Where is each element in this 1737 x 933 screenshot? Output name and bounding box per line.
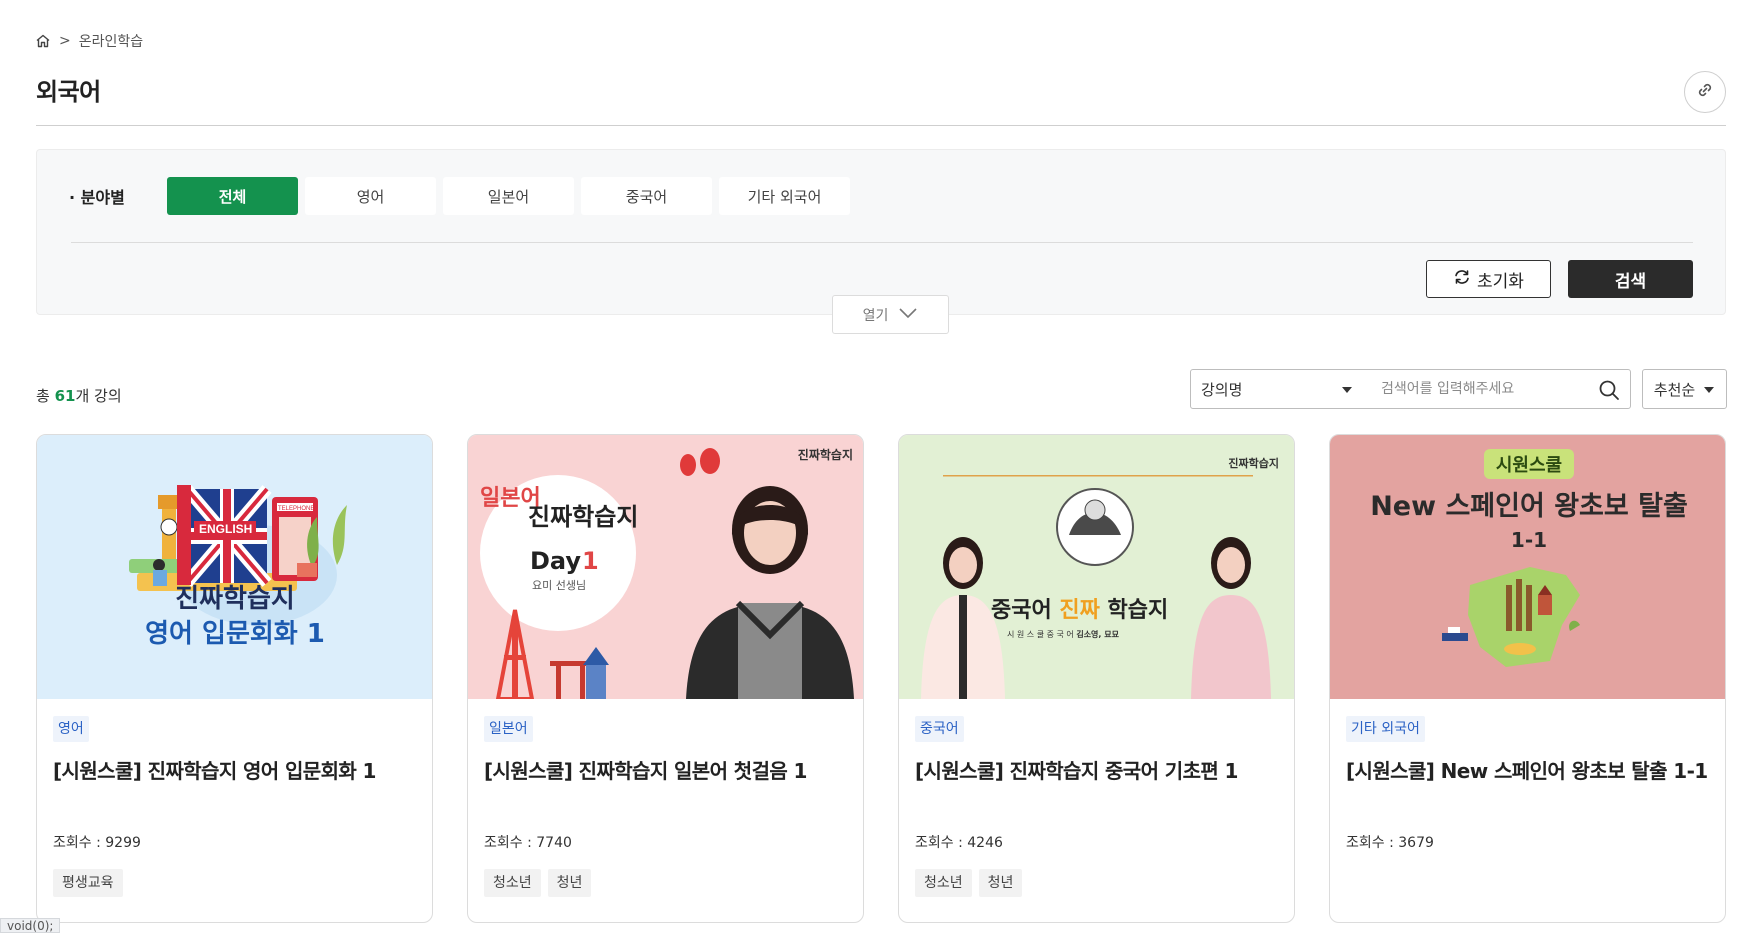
category-badge: 영어 (53, 716, 89, 742)
thumb-sub: 1-1 (1511, 528, 1547, 552)
view-count: 조회수 : 4246 (915, 835, 1003, 851)
course-list: ENGLISH TELEPHONE 진짜학습지 영어 입문회화 1 영어 [시원… (36, 434, 1726, 923)
page-title: 외국어 (36, 78, 101, 106)
caret-down-icon (1703, 380, 1715, 398)
thumb-booth-text: TELEPHONE (278, 506, 314, 512)
course-card[interactable]: 진짜학습지 중국어 진짜 학습지 시 원 스 쿨 중 국 어 김소영, 묘묘 중… (898, 434, 1295, 923)
search-icon[interactable] (1598, 379, 1620, 405)
tag-list: 평생교육 (53, 869, 416, 897)
course-thumbnail[interactable]: 진짜학습지 중국어 진짜 학습지 시 원 스 쿨 중 국 어 김소영, 묘묘 (899, 435, 1294, 699)
thumb-headline: New 스페인어 왕초보 탈출 (1370, 491, 1688, 522)
thumb-headline-c: 학습지 (1100, 598, 1168, 623)
search-field-value: 강의명 (1201, 380, 1243, 399)
category-badge: 일본어 (484, 716, 533, 742)
refresh-icon (1453, 268, 1471, 291)
toggle-label: 열기 (862, 307, 889, 324)
reset-label: 초기화 (1477, 271, 1524, 292)
view-count: 조회수 : 7740 (484, 835, 572, 851)
category-badge: 중국어 (915, 716, 964, 742)
tag-list: 청소년 청년 (915, 869, 1278, 897)
thumb-sub-a: 시 원 스 쿨 중 국 어 (1007, 629, 1076, 639)
thumb-brand: 진짜학습지 (1228, 456, 1279, 470)
breadcrumb-separator: > (59, 33, 71, 49)
filter-panel: · 분야별 전체 영어 일본어 중국어 기타 외국어 초기화 검색 (36, 149, 1726, 315)
reset-button[interactable]: 초기화 (1426, 260, 1551, 298)
thumb-title-line2: 영어 입문회화 1 (145, 619, 325, 649)
filter-divider (71, 242, 1693, 243)
thumb-title-line1: 진짜학습지 (175, 584, 295, 614)
thumb-sub-b: 김소영, 묘묘 (1076, 629, 1119, 639)
result-count: 총 61개 강의 (36, 387, 122, 405)
search-input[interactable] (1381, 371, 1591, 407)
sort-select[interactable]: 추천순 (1642, 369, 1727, 409)
tag: 청년 (547, 869, 592, 897)
search-button[interactable]: 검색 (1568, 260, 1693, 298)
course-thumbnail[interactable]: 시원스쿨 New 스페인어 왕초보 탈출 1-1 (1330, 435, 1725, 699)
view-count: 조회수 : 3679 (1346, 835, 1434, 851)
filter-label: · 분야별 (69, 188, 125, 207)
chip-japanese[interactable]: 일본어 (443, 177, 574, 215)
chip-all[interactable]: 전체 (167, 177, 298, 215)
chip-chinese[interactable]: 중국어 (581, 177, 712, 215)
tag: 평생교육 (53, 869, 123, 897)
svg-text:시 원 스 쿨 중 국 어 김소영, 묘묘: 시 원 스 쿨 중 국 어 김소영, 묘묘 (1007, 629, 1120, 639)
chevron-down-icon (898, 307, 918, 323)
course-title[interactable]: [시원스쿨] 진짜학습지 일본어 첫걸음 1 (484, 758, 847, 812)
thumb-teacher: 요미 선생님 (532, 579, 586, 592)
expand-filter-toggle[interactable]: 열기 (832, 295, 949, 334)
title-divider (36, 125, 1726, 126)
course-thumbnail[interactable]: ENGLISH TELEPHONE 진짜학습지 영어 입문회화 1 (37, 435, 432, 699)
caret-down-icon (1341, 380, 1353, 398)
share-link-button[interactable] (1684, 71, 1726, 113)
course-card[interactable]: 진짜학습지 일본어 진짜학습지 Day 1 요미 선생님 일본어 [시원스쿨] … (467, 434, 864, 923)
course-title[interactable]: [시원스쿨] 진짜학습지 영어 입문회화 1 (53, 758, 416, 812)
category-chips: 전체 영어 일본어 중국어 기타 외국어 (167, 177, 850, 215)
course-card[interactable]: 시원스쿨 New 스페인어 왕초보 탈출 1-1 기타 외국어 [시원스쿨] N… (1329, 434, 1726, 923)
thumb-day-number: 1 (582, 547, 599, 575)
thumb-day: Day (530, 547, 581, 575)
home-icon[interactable] (35, 33, 51, 49)
search-bar: 강의명 (1190, 369, 1631, 409)
chip-other-languages[interactable]: 기타 외국어 (719, 177, 850, 215)
search-field-select[interactable]: 강의명 (1201, 370, 1353, 408)
thumb-book-text: ENGLISH (199, 522, 252, 536)
link-icon (1695, 80, 1715, 104)
course-title[interactable]: [시원스쿨] New 스페인어 왕초보 탈출 1-1 (1346, 758, 1709, 812)
thumb-headline-b: 진짜 (1059, 598, 1100, 623)
breadcrumb-current[interactable]: 온라인학습 (79, 31, 143, 51)
browser-status-bar: void(0); (0, 918, 61, 933)
thumb-headline: 진짜학습지 (528, 503, 638, 531)
chip-english[interactable]: 영어 (305, 177, 436, 215)
thumb-brand: 시원스쿨 (1496, 455, 1562, 476)
tag: 청년 (978, 869, 1023, 897)
course-card[interactable]: ENGLISH TELEPHONE 진짜학습지 영어 입문회화 1 영어 [시원… (36, 434, 433, 923)
thumb-headline-a: 중국어 (991, 598, 1059, 623)
course-title[interactable]: [시원스쿨] 진짜학습지 중국어 기초편 1 (915, 758, 1278, 812)
svg-text:중국어 진짜 학습지: 중국어 진짜 학습지 (991, 598, 1168, 623)
breadcrumb: > 온라인학습 (35, 31, 143, 51)
tag: 청소년 (915, 869, 972, 897)
result-count-number: 61 (54, 387, 76, 405)
tag-list: 청소년 청년 (484, 869, 847, 897)
sort-value: 추천순 (1653, 380, 1696, 399)
view-count: 조회수 : 9299 (53, 835, 141, 851)
course-thumbnail[interactable]: 진짜학습지 일본어 진짜학습지 Day 1 요미 선생님 (468, 435, 863, 699)
category-badge: 기타 외국어 (1346, 716, 1425, 742)
tag: 청소년 (484, 869, 541, 897)
thumb-brand: 진짜학습지 (798, 447, 853, 462)
